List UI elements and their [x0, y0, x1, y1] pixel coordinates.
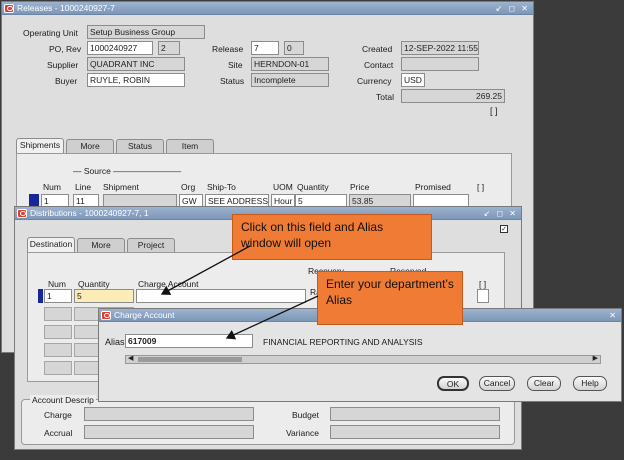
source-label: Source	[83, 166, 111, 176]
oracle-icon	[101, 311, 111, 320]
col-dist-quantity: Quantity	[78, 279, 110, 289]
created-label: Created	[362, 44, 393, 54]
source-group-label: — Source ————————	[73, 166, 182, 176]
account-description-label: Account Descrip	[30, 395, 96, 405]
ok-button[interactable]: OK	[437, 376, 469, 391]
col-line: Line	[75, 182, 92, 192]
horizontal-scrollbar[interactable]: ◀ ▶	[125, 355, 601, 364]
tab-destination[interactable]: Destination	[27, 237, 75, 252]
dist-empty-row[interactable]	[44, 343, 72, 357]
col-shipment: Shipment	[103, 182, 139, 192]
buyer-field[interactable]: RUYLE, ROBIN	[87, 73, 185, 87]
site-field[interactable]: HERNDON-01	[251, 57, 329, 71]
charge-account-field[interactable]	[136, 289, 306, 303]
supplier-field[interactable]: QUADRANT INC	[87, 57, 185, 71]
releases-titlebar[interactable]: Releases - 1000240927-7 ↙ ◻ ✕	[2, 2, 533, 15]
close-icon[interactable]: ✕	[609, 309, 618, 322]
tab-project[interactable]: Project	[127, 238, 175, 252]
scroll-left-icon[interactable]: ◀	[128, 354, 133, 362]
contact-field[interactable]	[401, 57, 479, 71]
account-description-group: Account Descrip Charge Accrual Budget Va…	[21, 395, 515, 445]
alias-field[interactable]: 617009	[125, 334, 253, 348]
alias-label: Alias	[105, 337, 125, 347]
site-label: Site	[228, 60, 243, 70]
distributions-title: Distributions - 1000240927-7, 1	[30, 208, 149, 218]
supplier-label: Supplier	[47, 60, 79, 70]
dist-empty-row[interactable]	[44, 325, 72, 339]
col-ship-to: Ship-To	[207, 182, 236, 192]
variance-label: Variance	[286, 428, 319, 438]
callout-alias: Enter your department’s Alias	[317, 271, 463, 325]
cancel-button[interactable]: Cancel	[479, 376, 515, 391]
dist-row-num[interactable]: 1	[44, 289, 72, 303]
col-org: Org	[181, 182, 196, 192]
po-revision-field[interactable]: 2	[158, 41, 180, 55]
tab-more[interactable]: More	[66, 139, 114, 153]
release-label: Release	[212, 44, 244, 54]
currency-field[interactable]: USD	[401, 73, 425, 87]
tab-status[interactable]: Status	[116, 139, 164, 153]
po-number-field[interactable]: 1000240927	[87, 41, 153, 55]
oracle-icon	[4, 4, 14, 13]
scroll-thumb[interactable]	[138, 357, 242, 362]
help-button[interactable]: Help	[573, 376, 607, 391]
dist-row-extra[interactable]	[477, 289, 489, 303]
releases-title: Releases - 1000240927-7	[17, 3, 115, 13]
alias-description: FINANCIAL REPORTING AND ANALYSIS	[263, 337, 423, 347]
col-uom: UOM	[273, 182, 293, 192]
contact-label: Contact	[364, 60, 394, 70]
status-label: Status	[220, 76, 245, 86]
budget-label: Budget	[292, 410, 319, 420]
release-field[interactable]: 7	[251, 41, 279, 55]
variance-description-field[interactable]	[330, 425, 500, 439]
accrual-description-field[interactable]	[84, 425, 254, 439]
clear-button[interactable]: Clear	[527, 376, 561, 391]
header-bracket[interactable]: [ ]	[490, 106, 498, 116]
operating-unit-label: Operating Unit	[23, 28, 78, 38]
callout-charge-account: Click on this field and Alias window wil…	[232, 214, 432, 260]
budget-description-field[interactable]	[330, 407, 500, 421]
col-quantity: Quantity	[297, 182, 329, 192]
po-rev-label: PO, Rev	[49, 44, 82, 54]
tab-item[interactable]: Item	[166, 139, 214, 153]
oracle-icon	[17, 209, 27, 218]
shipments-panel: — Source ———————— Num Line Shipment Org …	[16, 153, 512, 211]
release-revision-field[interactable]: 0	[284, 41, 304, 55]
charge-account-title: Charge Account	[114, 310, 175, 320]
callout-alias-text: Enter your department’s Alias	[326, 277, 454, 307]
created-field[interactable]: 12-SEP-2022 11:55	[401, 41, 479, 55]
operating-unit-field[interactable]: Setup Business Group	[87, 25, 205, 39]
col-dist-num: Num	[48, 279, 66, 289]
col-promised: Promised	[415, 182, 451, 192]
total-label: Total	[376, 92, 394, 102]
accrual-label: Accrual	[44, 428, 73, 438]
dist-row-quantity[interactable]: 5	[74, 289, 134, 303]
charge-label: Charge	[44, 410, 72, 420]
tab-dist-more[interactable]: More	[77, 238, 125, 252]
charge-description-field[interactable]	[84, 407, 254, 421]
buyer-label: Buyer	[55, 76, 78, 86]
checkbox-icon[interactable]: ✓	[500, 225, 508, 233]
window-controls-icon[interactable]: ↙ ◻ ✕	[496, 2, 531, 15]
dist-row-selector[interactable]	[38, 289, 43, 303]
dist-empty-row[interactable]	[44, 307, 72, 321]
window-controls-icon[interactable]: ↙ ◻ ✕	[484, 207, 519, 220]
col-price: Price	[350, 182, 370, 192]
total-field[interactable]: 269.25	[401, 89, 505, 103]
shipments-bracket[interactable]: [ ]	[477, 182, 484, 192]
status-field[interactable]: Incomplete	[251, 73, 329, 87]
dist-empty-row[interactable]	[44, 361, 72, 375]
tab-shipments[interactable]: Shipments	[16, 138, 64, 153]
dist-bracket[interactable]: [ ]	[479, 279, 486, 289]
callout-charge-account-text: Click on this field and Alias window wil…	[241, 220, 384, 250]
col-num: Num	[43, 182, 61, 192]
scroll-right-icon[interactable]: ▶	[593, 354, 598, 362]
currency-label: Currency	[357, 76, 392, 86]
col-dist-charge-account: Charge Account	[138, 279, 199, 289]
